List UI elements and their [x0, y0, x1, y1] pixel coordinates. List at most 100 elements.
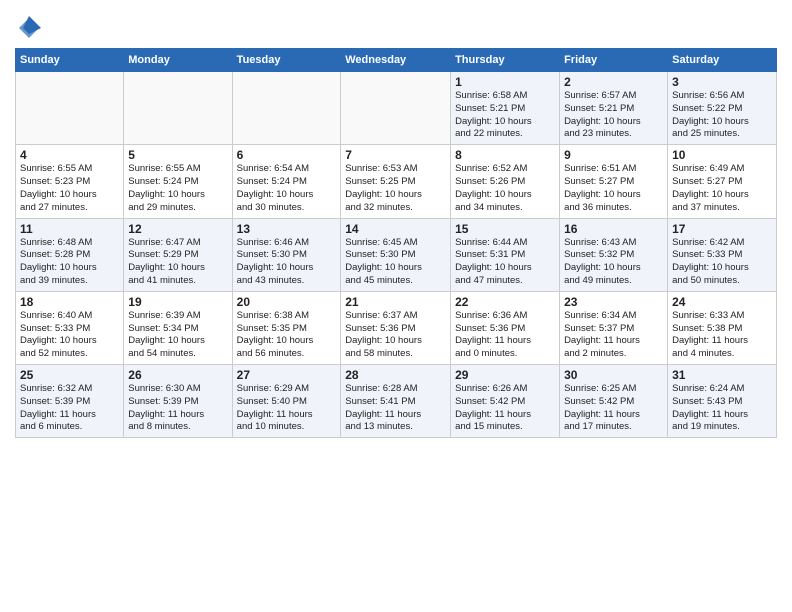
calendar-cell: 30Sunrise: 6:25 AMSunset: 5:42 PMDayligh… [560, 365, 668, 438]
day-number: 29 [455, 368, 555, 382]
calendar-cell: 19Sunrise: 6:39 AMSunset: 5:34 PMDayligh… [124, 291, 232, 364]
calendar-cell: 26Sunrise: 6:30 AMSunset: 5:39 PMDayligh… [124, 365, 232, 438]
calendar-cell: 12Sunrise: 6:47 AMSunset: 5:29 PMDayligh… [124, 218, 232, 291]
day-info: Sunrise: 6:45 AMSunset: 5:30 PMDaylight:… [345, 237, 446, 288]
calendar-cell: 3Sunrise: 6:56 AMSunset: 5:22 PMDaylight… [668, 72, 777, 145]
calendar-week-4: 18Sunrise: 6:40 AMSunset: 5:33 PMDayligh… [16, 291, 777, 364]
calendar-cell [16, 72, 124, 145]
day-number: 17 [672, 222, 772, 236]
day-number: 11 [20, 222, 119, 236]
header-row: SundayMondayTuesdayWednesdayThursdayFrid… [16, 49, 777, 72]
calendar-header: SundayMondayTuesdayWednesdayThursdayFrid… [16, 49, 777, 72]
calendar-table: SundayMondayTuesdayWednesdayThursdayFrid… [15, 48, 777, 438]
day-number: 31 [672, 368, 772, 382]
day-info: Sunrise: 6:49 AMSunset: 5:27 PMDaylight:… [672, 163, 772, 214]
day-number: 30 [564, 368, 663, 382]
calendar-week-2: 4Sunrise: 6:55 AMSunset: 5:23 PMDaylight… [16, 145, 777, 218]
day-header-friday: Friday [560, 49, 668, 72]
day-info: Sunrise: 6:34 AMSunset: 5:37 PMDaylight:… [564, 310, 663, 361]
day-number: 10 [672, 148, 772, 162]
day-info: Sunrise: 6:37 AMSunset: 5:36 PMDaylight:… [345, 310, 446, 361]
day-number: 22 [455, 295, 555, 309]
calendar-cell: 1Sunrise: 6:58 AMSunset: 5:21 PMDaylight… [451, 72, 560, 145]
calendar-week-3: 11Sunrise: 6:48 AMSunset: 5:28 PMDayligh… [16, 218, 777, 291]
day-info: Sunrise: 6:47 AMSunset: 5:29 PMDaylight:… [128, 237, 227, 288]
calendar-week-5: 25Sunrise: 6:32 AMSunset: 5:39 PMDayligh… [16, 365, 777, 438]
day-info: Sunrise: 6:43 AMSunset: 5:32 PMDaylight:… [564, 237, 663, 288]
calendar-cell: 5Sunrise: 6:55 AMSunset: 5:24 PMDaylight… [124, 145, 232, 218]
day-info: Sunrise: 6:36 AMSunset: 5:36 PMDaylight:… [455, 310, 555, 361]
page-header [15, 10, 777, 42]
day-number: 23 [564, 295, 663, 309]
calendar-week-1: 1Sunrise: 6:58 AMSunset: 5:21 PMDaylight… [16, 72, 777, 145]
calendar-cell: 15Sunrise: 6:44 AMSunset: 5:31 PMDayligh… [451, 218, 560, 291]
day-number: 21 [345, 295, 446, 309]
day-header-wednesday: Wednesday [341, 49, 451, 72]
day-number: 13 [237, 222, 337, 236]
day-number: 24 [672, 295, 772, 309]
calendar-body: 1Sunrise: 6:58 AMSunset: 5:21 PMDaylight… [16, 72, 777, 438]
calendar-cell: 28Sunrise: 6:28 AMSunset: 5:41 PMDayligh… [341, 365, 451, 438]
day-number: 28 [345, 368, 446, 382]
day-number: 3 [672, 75, 772, 89]
logo [15, 14, 47, 42]
day-header-sunday: Sunday [16, 49, 124, 72]
calendar-cell [124, 72, 232, 145]
day-number: 9 [564, 148, 663, 162]
day-info: Sunrise: 6:54 AMSunset: 5:24 PMDaylight:… [237, 163, 337, 214]
day-info: Sunrise: 6:53 AMSunset: 5:25 PMDaylight:… [345, 163, 446, 214]
calendar-cell: 22Sunrise: 6:36 AMSunset: 5:36 PMDayligh… [451, 291, 560, 364]
day-number: 26 [128, 368, 227, 382]
calendar-cell: 29Sunrise: 6:26 AMSunset: 5:42 PMDayligh… [451, 365, 560, 438]
calendar-cell [341, 72, 451, 145]
day-number: 19 [128, 295, 227, 309]
day-info: Sunrise: 6:39 AMSunset: 5:34 PMDaylight:… [128, 310, 227, 361]
day-number: 8 [455, 148, 555, 162]
calendar-cell: 11Sunrise: 6:48 AMSunset: 5:28 PMDayligh… [16, 218, 124, 291]
calendar-cell: 20Sunrise: 6:38 AMSunset: 5:35 PMDayligh… [232, 291, 341, 364]
day-info: Sunrise: 6:46 AMSunset: 5:30 PMDaylight:… [237, 237, 337, 288]
day-number: 5 [128, 148, 227, 162]
calendar-cell: 18Sunrise: 6:40 AMSunset: 5:33 PMDayligh… [16, 291, 124, 364]
day-number: 15 [455, 222, 555, 236]
day-info: Sunrise: 6:57 AMSunset: 5:21 PMDaylight:… [564, 90, 663, 141]
day-number: 6 [237, 148, 337, 162]
day-info: Sunrise: 6:55 AMSunset: 5:23 PMDaylight:… [20, 163, 119, 214]
day-number: 14 [345, 222, 446, 236]
day-info: Sunrise: 6:58 AMSunset: 5:21 PMDaylight:… [455, 90, 555, 141]
calendar-cell: 24Sunrise: 6:33 AMSunset: 5:38 PMDayligh… [668, 291, 777, 364]
day-number: 4 [20, 148, 119, 162]
calendar-cell: 2Sunrise: 6:57 AMSunset: 5:21 PMDaylight… [560, 72, 668, 145]
calendar-cell: 6Sunrise: 6:54 AMSunset: 5:24 PMDaylight… [232, 145, 341, 218]
calendar-cell: 31Sunrise: 6:24 AMSunset: 5:43 PMDayligh… [668, 365, 777, 438]
day-number: 1 [455, 75, 555, 89]
day-header-saturday: Saturday [668, 49, 777, 72]
day-info: Sunrise: 6:51 AMSunset: 5:27 PMDaylight:… [564, 163, 663, 214]
day-info: Sunrise: 6:24 AMSunset: 5:43 PMDaylight:… [672, 383, 772, 434]
day-info: Sunrise: 6:25 AMSunset: 5:42 PMDaylight:… [564, 383, 663, 434]
day-number: 7 [345, 148, 446, 162]
day-info: Sunrise: 6:30 AMSunset: 5:39 PMDaylight:… [128, 383, 227, 434]
day-info: Sunrise: 6:26 AMSunset: 5:42 PMDaylight:… [455, 383, 555, 434]
day-number: 18 [20, 295, 119, 309]
calendar-cell: 16Sunrise: 6:43 AMSunset: 5:32 PMDayligh… [560, 218, 668, 291]
day-info: Sunrise: 6:42 AMSunset: 5:33 PMDaylight:… [672, 237, 772, 288]
day-number: 20 [237, 295, 337, 309]
day-info: Sunrise: 6:56 AMSunset: 5:22 PMDaylight:… [672, 90, 772, 141]
day-number: 12 [128, 222, 227, 236]
calendar-cell: 23Sunrise: 6:34 AMSunset: 5:37 PMDayligh… [560, 291, 668, 364]
day-header-monday: Monday [124, 49, 232, 72]
calendar-cell: 27Sunrise: 6:29 AMSunset: 5:40 PMDayligh… [232, 365, 341, 438]
day-number: 27 [237, 368, 337, 382]
calendar-cell: 13Sunrise: 6:46 AMSunset: 5:30 PMDayligh… [232, 218, 341, 291]
calendar-cell: 4Sunrise: 6:55 AMSunset: 5:23 PMDaylight… [16, 145, 124, 218]
day-info: Sunrise: 6:48 AMSunset: 5:28 PMDaylight:… [20, 237, 119, 288]
day-info: Sunrise: 6:28 AMSunset: 5:41 PMDaylight:… [345, 383, 446, 434]
calendar-cell: 14Sunrise: 6:45 AMSunset: 5:30 PMDayligh… [341, 218, 451, 291]
day-number: 25 [20, 368, 119, 382]
day-number: 16 [564, 222, 663, 236]
logo-icon [15, 14, 43, 42]
day-number: 2 [564, 75, 663, 89]
day-info: Sunrise: 6:55 AMSunset: 5:24 PMDaylight:… [128, 163, 227, 214]
day-info: Sunrise: 6:29 AMSunset: 5:40 PMDaylight:… [237, 383, 337, 434]
